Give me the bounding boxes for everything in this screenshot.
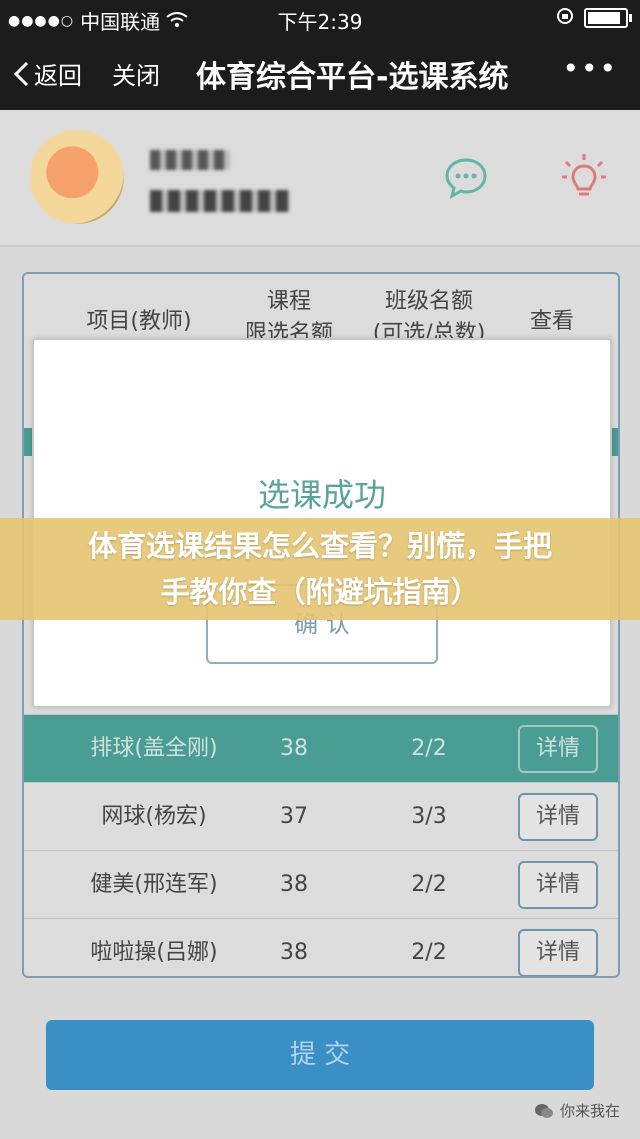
blurred-user-name [150, 150, 230, 170]
header-view: 查看 [529, 309, 574, 334]
close-button[interactable]: 关闭 [112, 56, 160, 91]
clock: 下午2:39 [277, 10, 363, 34]
cell-limit: 38 [280, 736, 308, 761]
header-project: 项目(教师) [86, 309, 192, 334]
cell-project: 网球(杨宏) [101, 804, 207, 829]
cell-limit: 38 [280, 940, 308, 965]
navigation-bar: 返回 关闭 体育综合平台-选课系统 ••• [0, 36, 640, 110]
overlay-caption-banner: 体育选课结果怎么查看？别慌，手把 手教你查（附避坑指南） [0, 518, 640, 620]
page-title: 体育综合平台-选课系统 [196, 60, 509, 95]
status-bar: ●●●●○ 中国联通 下午2:39 [0, 0, 640, 36]
cell-quota: 2/2 [411, 736, 447, 761]
table-row: 啦啦操(吕娜) 38 2/2 详情 [24, 918, 618, 976]
table-row: 网球(杨宏) 37 3/3 详情 [24, 782, 618, 851]
wechat-icon [534, 1103, 553, 1118]
back-label: 返回 [34, 62, 82, 90]
cell-project: 啦啦操(吕娜) [90, 940, 218, 965]
submit-button[interactable]: 提 交 [46, 1020, 594, 1090]
dialog-title: 选课成功 [257, 476, 386, 514]
detail-button[interactable]: 详情 [518, 793, 598, 841]
orientation-lock-icon [556, 6, 574, 30]
table-row: 排球(盖全刚) 38 2/2 详情 [24, 714, 618, 783]
chevron-left-icon [13, 61, 29, 86]
watermark-text: 你来我在 [559, 1102, 620, 1120]
avatar [30, 130, 124, 224]
cell-limit: 37 [280, 804, 308, 829]
cell-quota: 2/2 [411, 940, 447, 965]
cell-quota: 3/3 [411, 804, 447, 829]
detail-button[interactable]: 详情 [518, 929, 598, 976]
blurred-user-id [150, 190, 290, 212]
banner-line-2: 手教你查（附避坑指南） [160, 575, 480, 609]
cell-project: 健美(邢连军) [90, 872, 218, 897]
lightbulb-icon[interactable] [560, 152, 608, 204]
cell-project: 排球(盖全刚) [90, 736, 218, 761]
watermark: 你来我在 [534, 1100, 620, 1121]
detail-button[interactable]: 详情 [518, 725, 598, 773]
table-row: 健美(邢连军) 38 2/2 详情 [24, 850, 618, 919]
cell-quota: 2/2 [411, 872, 447, 897]
detail-button[interactable]: 详情 [518, 861, 598, 909]
battery-icon [584, 8, 632, 28]
banner-line-1: 体育选课结果怎么查看？别慌，手把 [87, 529, 552, 563]
cell-limit: 38 [280, 872, 308, 897]
back-button[interactable]: 返回 [12, 56, 82, 91]
profile-header [0, 110, 640, 247]
chat-icon[interactable] [444, 156, 488, 200]
more-menu-button[interactable]: ••• [562, 52, 618, 85]
